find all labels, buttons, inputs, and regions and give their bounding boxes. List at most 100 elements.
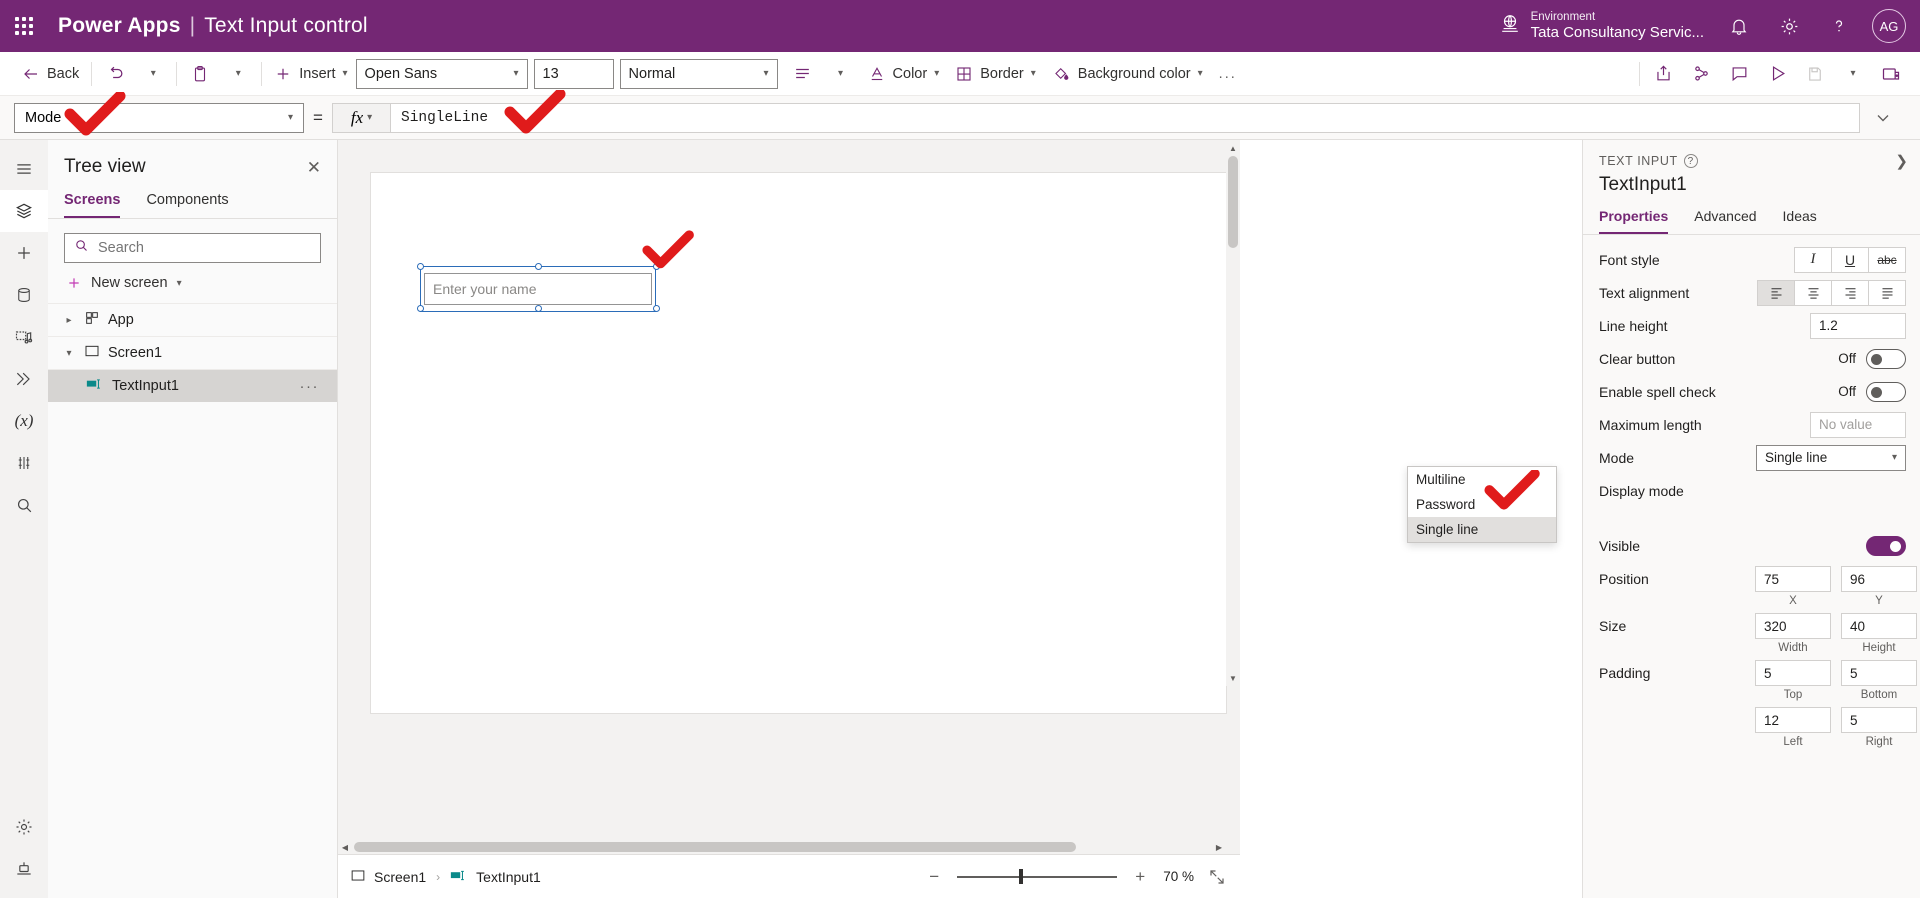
variables-icon[interactable]: (x) xyxy=(0,400,48,442)
resize-handle-se[interactable] xyxy=(653,305,660,312)
close-icon[interactable]: ✕ xyxy=(307,159,321,176)
tab-screens[interactable]: Screens xyxy=(64,192,121,218)
font-weight-select[interactable]: Normal ▾ xyxy=(619,58,778,89)
fx-button[interactable]: fx ▾ xyxy=(332,102,390,133)
align-center-icon[interactable] xyxy=(1794,279,1832,306)
tree-node-overflow-icon[interactable]: ··· xyxy=(300,378,320,395)
comment-icon[interactable] xyxy=(1720,57,1758,91)
components-icon[interactable] xyxy=(0,442,48,484)
size-width-input[interactable]: 320 xyxy=(1755,613,1831,639)
padding-bottom-input[interactable]: 5 xyxy=(1841,660,1917,686)
background-color-button[interactable]: Background color ▾ xyxy=(1044,57,1211,91)
paste-chevron-down-icon[interactable]: ▾ xyxy=(219,57,257,91)
search-box[interactable] xyxy=(64,233,321,263)
chevron-right-icon[interactable]: ❯ xyxy=(1895,152,1908,170)
tree-node-screen1[interactable]: ▾ Screen1 xyxy=(48,336,337,369)
position-y-input[interactable]: 96 xyxy=(1841,566,1917,592)
canvas-area[interactable]: Enter your name ▲ ▼ ◀ ▶ xyxy=(338,140,1240,898)
formula-expand-button[interactable] xyxy=(1860,108,1906,128)
scroll-up-icon[interactable]: ▲ xyxy=(1226,140,1240,156)
resize-handle-s[interactable] xyxy=(535,305,542,312)
mode-option-password[interactable]: Password xyxy=(1408,492,1556,517)
menu-icon[interactable] xyxy=(0,148,48,190)
new-screen-button[interactable]: New screen ▾ xyxy=(48,263,337,303)
size-height-input[interactable]: 40 xyxy=(1841,613,1917,639)
resize-handle-nw[interactable] xyxy=(417,263,424,270)
scrollbar-thumb[interactable] xyxy=(354,842,1076,852)
help-icon[interactable]: ? xyxy=(1683,154,1698,168)
canvas-vertical-scrollbar[interactable]: ▲ ▼ xyxy=(1226,140,1240,686)
position-x-input[interactable]: 75 xyxy=(1755,566,1831,592)
tree-view-icon[interactable] xyxy=(0,190,48,232)
search-input[interactable] xyxy=(98,240,311,256)
breadcrumb-textinput1[interactable]: TextInput1 xyxy=(450,869,541,885)
underline-icon[interactable]: U xyxy=(1831,246,1869,273)
padding-top-input[interactable]: 5 xyxy=(1755,660,1831,686)
padding-right-input[interactable]: 5 xyxy=(1841,707,1917,733)
avatar[interactable]: AG xyxy=(1872,9,1906,43)
undo-chevron-down-icon[interactable]: ▾ xyxy=(134,57,172,91)
undo-icon[interactable] xyxy=(96,57,134,91)
mode-dropdown-menu[interactable]: Multiline Password Single line xyxy=(1407,466,1557,543)
power-automate-icon[interactable] xyxy=(0,358,48,400)
app-checker-icon[interactable] xyxy=(1682,57,1720,91)
color-button[interactable]: Color ▾ xyxy=(860,57,948,91)
zoom-slider[interactable] xyxy=(957,869,1118,885)
settings-icon[interactable] xyxy=(0,806,48,848)
scroll-left-icon[interactable]: ◀ xyxy=(338,840,352,854)
clear-button-toggle[interactable] xyxy=(1866,348,1906,369)
save-chevron-down-icon[interactable]: ▾ xyxy=(1834,57,1872,91)
resize-handle-n[interactable] xyxy=(535,263,542,270)
tree-node-textinput1[interactable]: TextInput1 ··· xyxy=(48,369,337,402)
resize-handle-ne[interactable] xyxy=(653,263,660,270)
scrollbar-thumb[interactable] xyxy=(1228,156,1238,248)
toolbar-overflow-button[interactable]: ... xyxy=(1211,57,1245,91)
fit-screen-icon[interactable] xyxy=(1206,866,1228,888)
align-left-icon[interactable] xyxy=(1757,279,1795,306)
canvas-horizontal-scrollbar[interactable]: ◀ ▶ xyxy=(338,840,1226,854)
font-family-select[interactable]: Open Sans ▾ xyxy=(355,58,528,89)
minus-icon[interactable]: − xyxy=(923,866,945,888)
padding-left-input[interactable]: 12 xyxy=(1755,707,1831,733)
tab-components[interactable]: Components xyxy=(146,192,228,218)
line-height-input[interactable]: 1.2 xyxy=(1810,312,1906,339)
formula-input[interactable]: SingleLine xyxy=(390,102,1860,133)
chevron-right-icon[interactable]: ▸ xyxy=(62,315,76,326)
apps-icon[interactable] xyxy=(0,848,48,890)
align-right-icon[interactable] xyxy=(1831,279,1869,306)
plus-icon[interactable]: + xyxy=(1129,866,1151,888)
back-button[interactable]: Back xyxy=(14,57,87,91)
search-icon[interactable] xyxy=(0,484,48,526)
mode-option-multiline[interactable]: Multiline xyxy=(1408,467,1556,492)
insert-button[interactable]: Insert ▾ xyxy=(266,57,355,91)
mode-select[interactable]: Single line ▾ xyxy=(1756,444,1906,471)
mode-option-single-line[interactable]: Single line xyxy=(1408,517,1556,542)
visible-toggle[interactable] xyxy=(1866,535,1906,556)
align-justify-icon[interactable] xyxy=(1868,279,1906,306)
tree-node-app[interactable]: ▸ App xyxy=(48,303,337,336)
scroll-down-icon[interactable]: ▼ xyxy=(1226,670,1240,686)
resize-handle-sw[interactable] xyxy=(417,305,424,312)
play-icon[interactable] xyxy=(1758,57,1796,91)
breadcrumb-screen1[interactable]: Screen1 xyxy=(350,869,426,885)
slider-knob[interactable] xyxy=(1019,869,1024,884)
strikethrough-icon[interactable]: abc xyxy=(1868,246,1906,273)
enable-spell-check-toggle[interactable] xyxy=(1866,381,1906,402)
font-size-input[interactable]: 13 xyxy=(533,58,614,89)
screen-surface[interactable]: Enter your name xyxy=(371,173,1226,713)
data-icon[interactable] xyxy=(0,274,48,316)
bell-icon[interactable] xyxy=(1714,0,1764,52)
gear-icon[interactable] xyxy=(1764,0,1814,52)
insert-icon[interactable] xyxy=(0,232,48,274)
app-launcher-icon[interactable] xyxy=(0,17,48,35)
scroll-right-icon[interactable]: ▶ xyxy=(1212,840,1226,854)
align-chevron-down-icon[interactable]: ▾ xyxy=(822,57,860,91)
tab-advanced[interactable]: Advanced xyxy=(1694,208,1756,234)
environment-picker[interactable]: Environment Tata Consultancy Servic... xyxy=(1489,11,1714,41)
media-icon[interactable] xyxy=(0,316,48,358)
tab-properties[interactable]: Properties xyxy=(1599,208,1669,234)
maximum-length-input[interactable]: No value xyxy=(1810,411,1906,438)
align-left-icon[interactable] xyxy=(784,57,822,91)
chevron-down-icon[interactable]: ▾ xyxy=(62,348,76,359)
save-icon[interactable] xyxy=(1796,57,1834,91)
